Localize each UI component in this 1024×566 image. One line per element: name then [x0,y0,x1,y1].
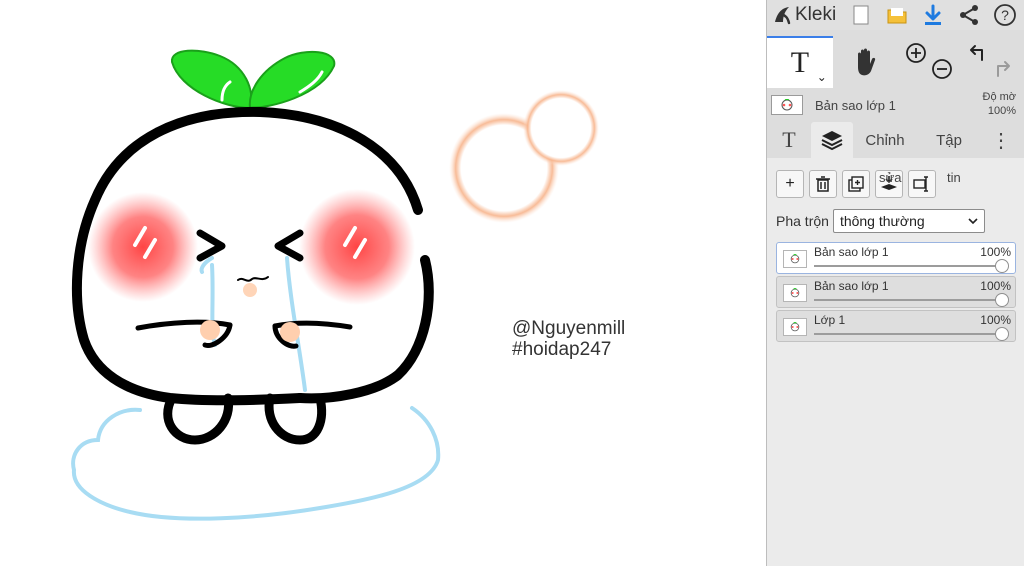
opacity-value: 100% [987,105,1016,117]
layer-name: Bản sao lớp 1 [814,279,889,293]
history-controls [960,36,1024,88]
layer-opacity-slider[interactable] [814,299,1003,301]
text-tool-button[interactable]: T ⌄ [767,36,833,88]
download-icon [925,4,942,25]
share-icon [960,5,979,25]
rename-icon [913,176,928,192]
layer-thumbnail [783,318,807,336]
right-blush [299,189,415,305]
layer-opacity-handle[interactable] [995,259,1009,273]
layers-icon [821,131,843,151]
chevron-down-icon[interactable]: ⌄ [817,70,827,84]
layers-panel: + sửa tin Pha trộn thông thường Bản sao … [767,158,1024,566]
leaf-left [171,49,253,110]
help-icon: ? [994,4,1017,26]
add-layer-button[interactable]: + [776,170,804,198]
zoom-in-icon[interactable] [905,42,927,64]
plus-icon: + [785,175,795,192]
tab-edit[interactable]: Chỉnh [853,122,917,158]
opacity-label: Độ mờ [982,91,1017,103]
kleki-logo-icon [775,7,791,25]
hand-icon [857,48,875,76]
layer-opacity-slider[interactable] [814,265,1003,267]
watermark-line-2: #hoidap247 [512,339,612,360]
layer-opacity-handle[interactable] [995,293,1009,307]
blend-mode-select[interactable]: thông thường [832,209,985,233]
tab-more[interactable]: ⋮ [981,122,1021,158]
svg-text:?: ? [1001,7,1009,23]
layer-item[interactable]: Lớp 1 100% [776,310,1016,342]
layer-item[interactable]: Bản sao lớp 1 100% [776,242,1016,274]
current-layer-thumbnail [771,95,803,115]
edit-tooltip-label: sửa [879,170,902,185]
hand-tool-button[interactable] [833,36,897,88]
layer-list: Bản sao lớp 1 100% Bản sao lớp 1 100% Lớp 1 1… [776,242,1016,342]
watermark-line-1: @Nguyenmill [512,318,626,339]
share-button[interactable] [954,1,984,29]
layer-actions: + sửa tin [767,158,1024,198]
layer-opacity-value: 100% [980,279,1011,293]
layer-thumbnail [783,284,807,302]
open-folder-icon [887,8,907,24]
layer-name: Bản sao lớp 1 [814,245,889,259]
duplicate-layer-button[interactable] [842,170,870,198]
layer-opacity-handle[interactable] [995,327,1009,341]
layer-item[interactable]: Bản sao lớp 1 100% [776,276,1016,308]
left-blush [88,192,198,302]
drawing-canvas[interactable]: @Nguyenmill #hoidap247 [0,0,766,566]
new-image-button[interactable] [846,1,876,29]
top-toolbar: Kleki ? [767,0,1024,30]
text-tool-label: T [790,46,810,79]
app-name: Kleki [795,4,837,25]
layer-thumbnail [783,250,807,268]
blend-mode-row: Pha trộn thông thường [776,209,1024,233]
zoom-controls [897,36,961,88]
cloud-outline [71,406,441,521]
layer-opacity-value: 100% [980,245,1011,259]
side-panel: Kleki ? T ⌄ Bản sao lớp 1 Độ mờ 100% T C… [766,0,1024,566]
zoom-out-icon[interactable] [931,58,953,80]
chevron-down-icon [968,217,978,224]
layer-name: Lớp 1 [814,313,846,327]
open-button[interactable] [882,1,912,29]
app-logo[interactable]: Kleki [771,4,836,26]
new-image-icon [853,5,869,25]
tab-file[interactable]: Tập [917,122,981,158]
duplicate-icon [848,176,864,192]
leaf-right [248,50,336,110]
current-layer-opacity: Độ mờ 100% [983,90,1017,118]
info-tooltip-label: tin [947,170,961,185]
current-layer-header: Bản sao lớp 1 Độ mờ 100% [767,88,1024,122]
delete-layer-button[interactable] [809,170,837,198]
help-button[interactable]: ? [990,1,1020,29]
tab-text[interactable]: T [767,122,811,158]
blend-mode-label: Pha trộn [776,213,829,229]
current-layer-name: Bản sao lớp 1 [815,97,896,113]
tab-layers[interactable] [811,122,853,158]
redo-icon[interactable] [992,58,1014,80]
bubble-small [523,90,599,166]
undo-icon[interactable] [966,42,988,64]
watermark: @Nguyenmill #hoidap247 [512,318,625,360]
blend-mode-value: thông thường [839,213,925,229]
layer-opacity-slider[interactable] [814,333,1003,335]
artwork [71,49,599,521]
panel-tabs: T Chỉnh Tập ⋮ [767,122,1024,158]
tool-row: T ⌄ [767,36,1024,88]
trash-icon [816,176,830,192]
rename-layer-button[interactable] [908,170,936,198]
layer-opacity-value: 100% [980,313,1011,327]
download-button[interactable] [918,1,948,29]
